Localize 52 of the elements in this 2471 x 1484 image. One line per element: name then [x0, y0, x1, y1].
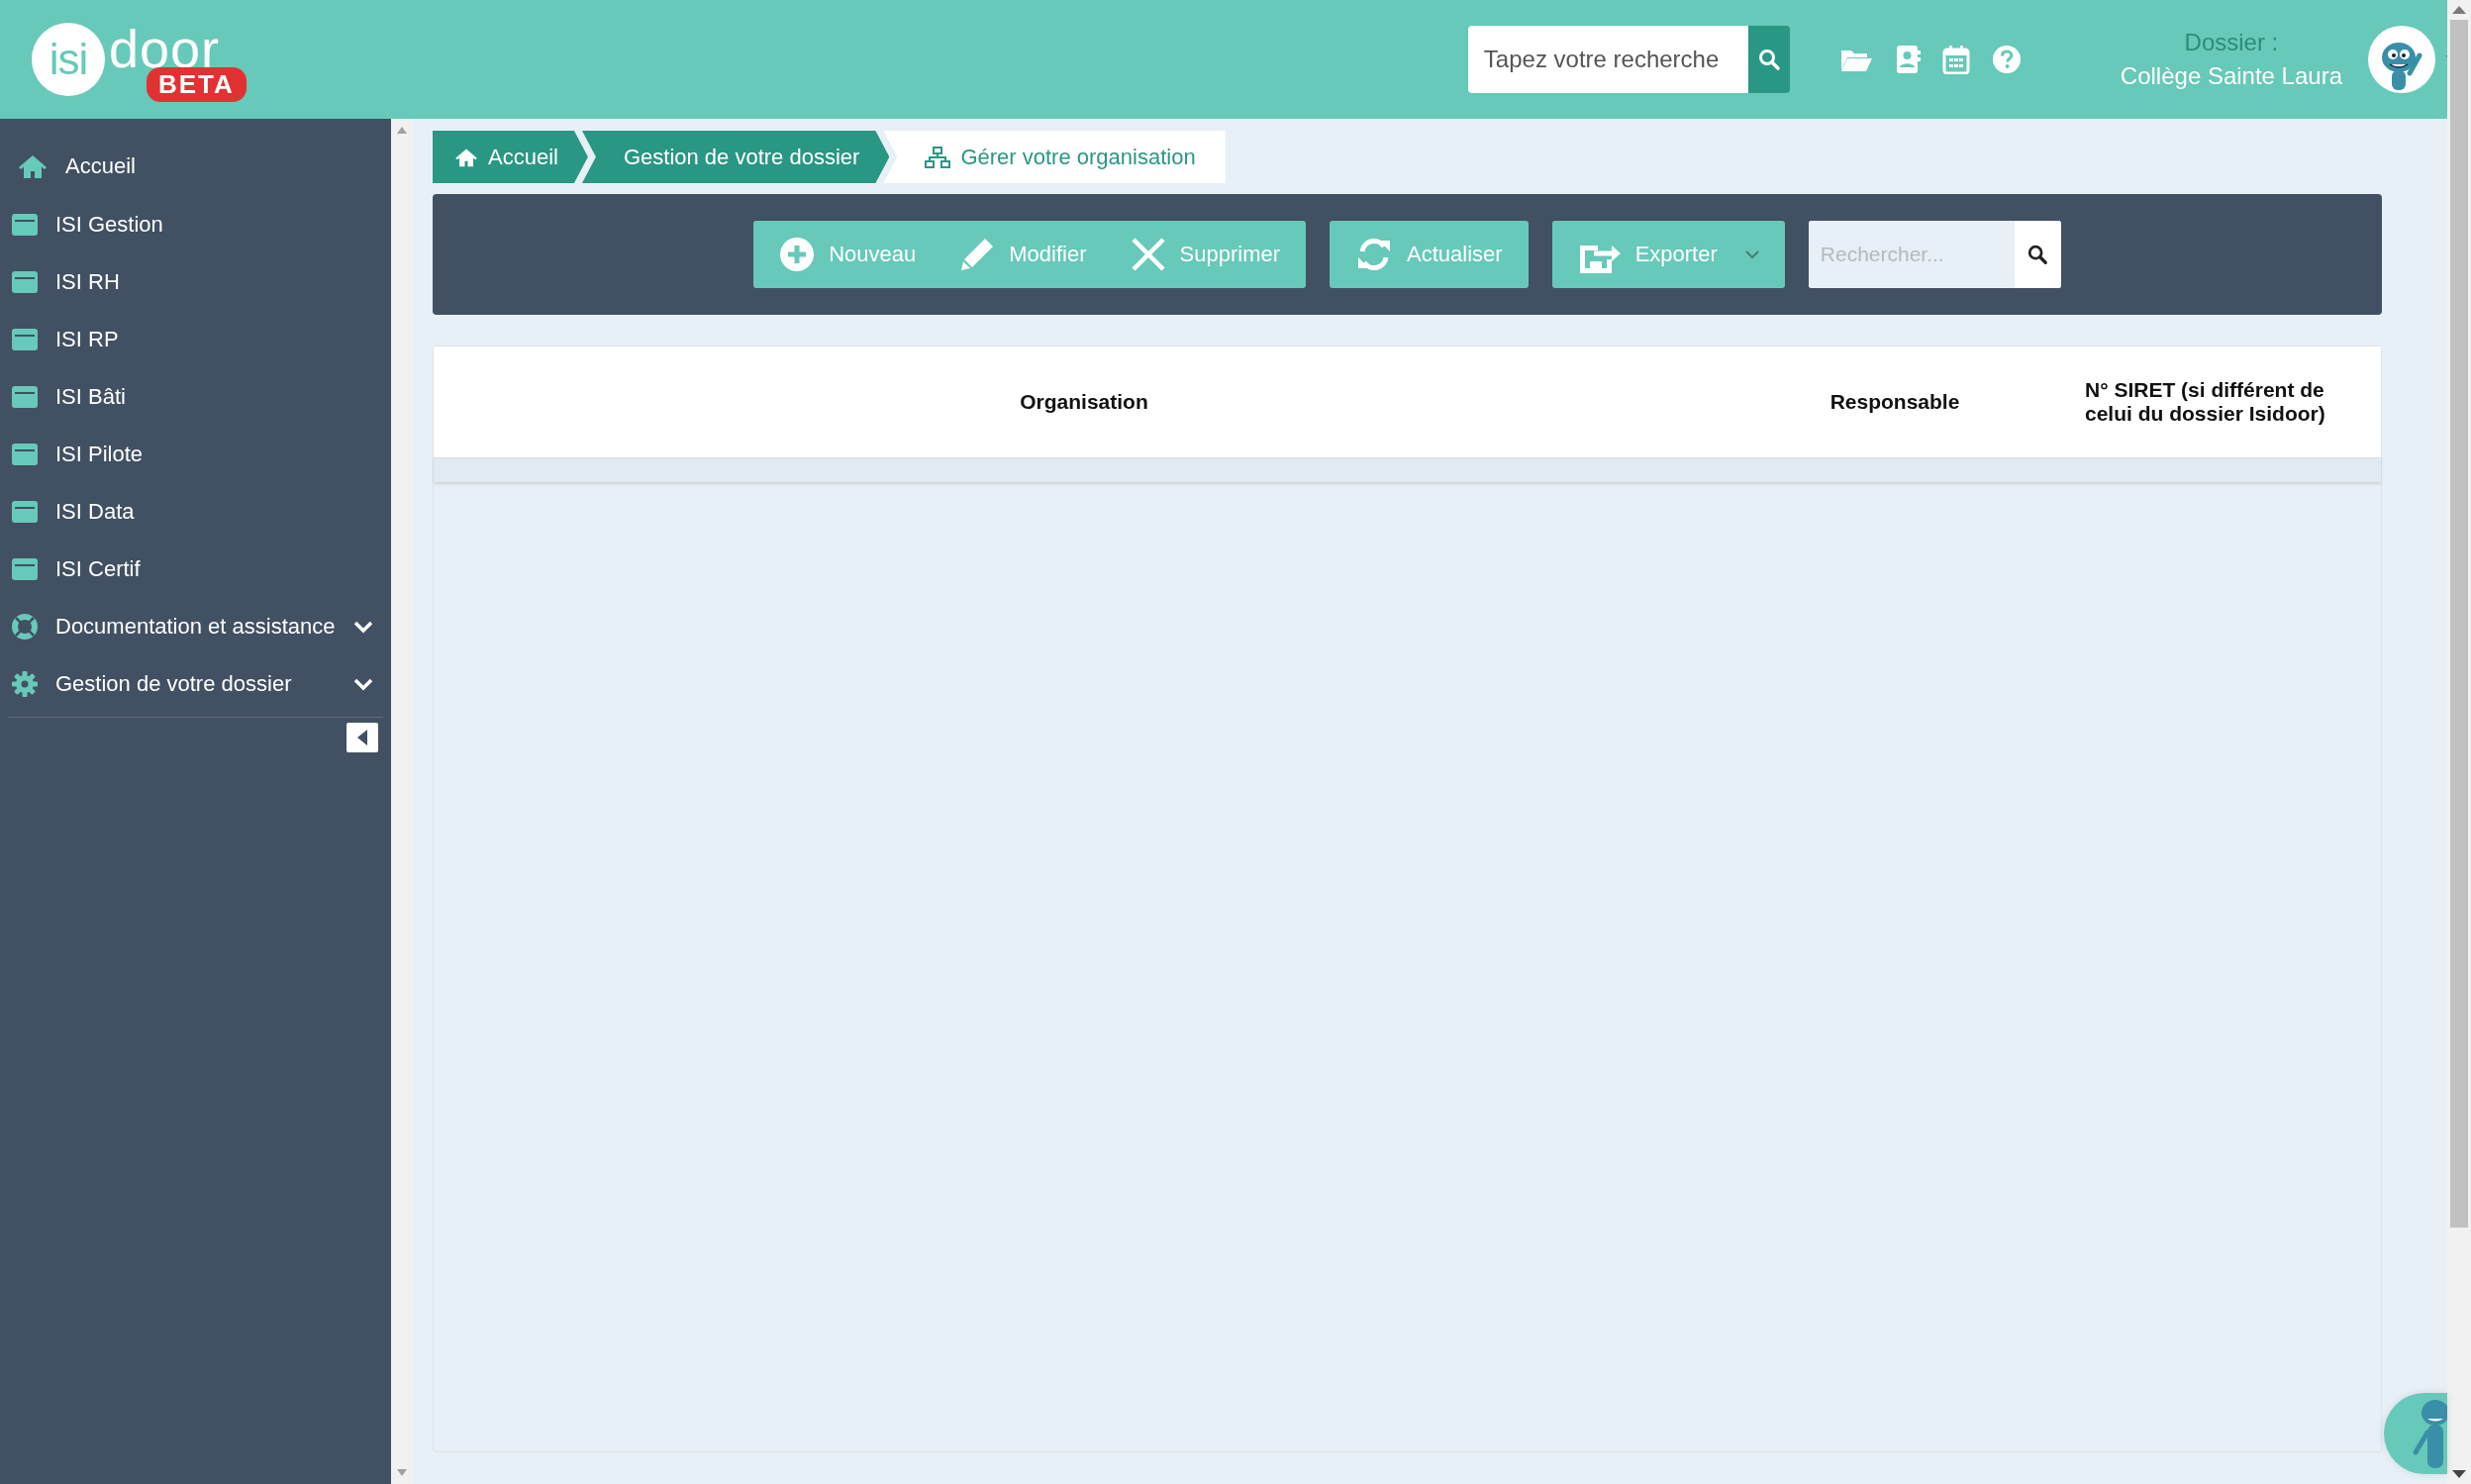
sidebar-item[interactable]: ISI Certif: [0, 541, 391, 598]
scrollbar[interactable]: [2447, 0, 2471, 1484]
contact-book-icon[interactable]: [1894, 45, 1921, 74]
sidebar-item[interactable]: ISI RH: [0, 253, 391, 311]
sidebar-item[interactable]: Gestion de votre dossier: [0, 655, 391, 713]
dossier-name: Collège Sainte Laura: [2120, 62, 2342, 90]
home-icon: [454, 147, 478, 167]
lifebuoy-icon: [12, 614, 38, 640]
chevron-down-icon: [1744, 249, 1759, 259]
column-header[interactable]: N° SIRET (si différent de celui du dossier Isidoor): [2055, 378, 2381, 426]
caret-left-icon: [357, 730, 367, 745]
search-icon: [2026, 244, 2049, 265]
calendar-icon[interactable]: [1941, 45, 1970, 74]
window-icon: [12, 558, 38, 580]
collapse-sidebar-button[interactable]: [346, 723, 378, 752]
home-icon: [18, 153, 48, 179]
sidebar-item[interactable]: ISI Bâti: [0, 368, 391, 426]
sidebar-item[interactable]: ISI Data: [0, 483, 391, 541]
search-field[interactable]: Rechercher...: [1808, 221, 2061, 288]
gear-icon: [12, 671, 38, 697]
scroll-up-icon[interactable]: [397, 127, 407, 134]
window-icon: [12, 271, 38, 293]
plus-circle-icon: [779, 237, 816, 272]
scroll-up-icon[interactable]: [2452, 6, 2466, 14]
window-icon: [12, 386, 38, 408]
scrollbar[interactable]: [391, 119, 413, 1484]
search-field[interactable]: Tapez votre recherche: [1467, 26, 1748, 93]
hierarchy-icon: [925, 146, 951, 168]
sidebar-item[interactable]: Accueil: [0, 137, 391, 196]
sidebar-item[interactable]: ISI RP: [0, 311, 391, 368]
sidebar-item[interactable]: ISI Pilote: [0, 426, 391, 483]
breadcrumb-item[interactable]: Gérer votre organisation: [883, 131, 1226, 183]
sidebar-item[interactable]: Documentation et assistance: [0, 598, 391, 655]
breadcrumb-item[interactable]: Gestion de votre dossier: [581, 131, 890, 183]
pencil-icon: [959, 237, 996, 272]
sidebar-item[interactable]: ISI Gestion: [0, 196, 391, 253]
search-icon: [1756, 48, 1781, 71]
window-icon: [12, 214, 38, 236]
window-icon: [12, 444, 38, 465]
breadcrumb-item[interactable]: Accueil: [433, 131, 588, 183]
window-icon: [12, 329, 38, 350]
scroll-thumb[interactable]: [2450, 20, 2468, 1228]
scroll-down-icon[interactable]: [2452, 1470, 2466, 1478]
column-header[interactable]: Organisation: [434, 390, 1734, 414]
column-header[interactable]: Responsable: [1734, 390, 2055, 414]
dossier-label: Dossier :: [2184, 29, 2279, 56]
close-icon: [1130, 237, 1166, 272]
chat-bot-button[interactable]: [2384, 1393, 2447, 1474]
search-button[interactable]: [2014, 221, 2061, 288]
help-icon[interactable]: [1991, 45, 2022, 74]
logo-isi: isi: [32, 23, 105, 96]
window-icon: [12, 501, 38, 523]
